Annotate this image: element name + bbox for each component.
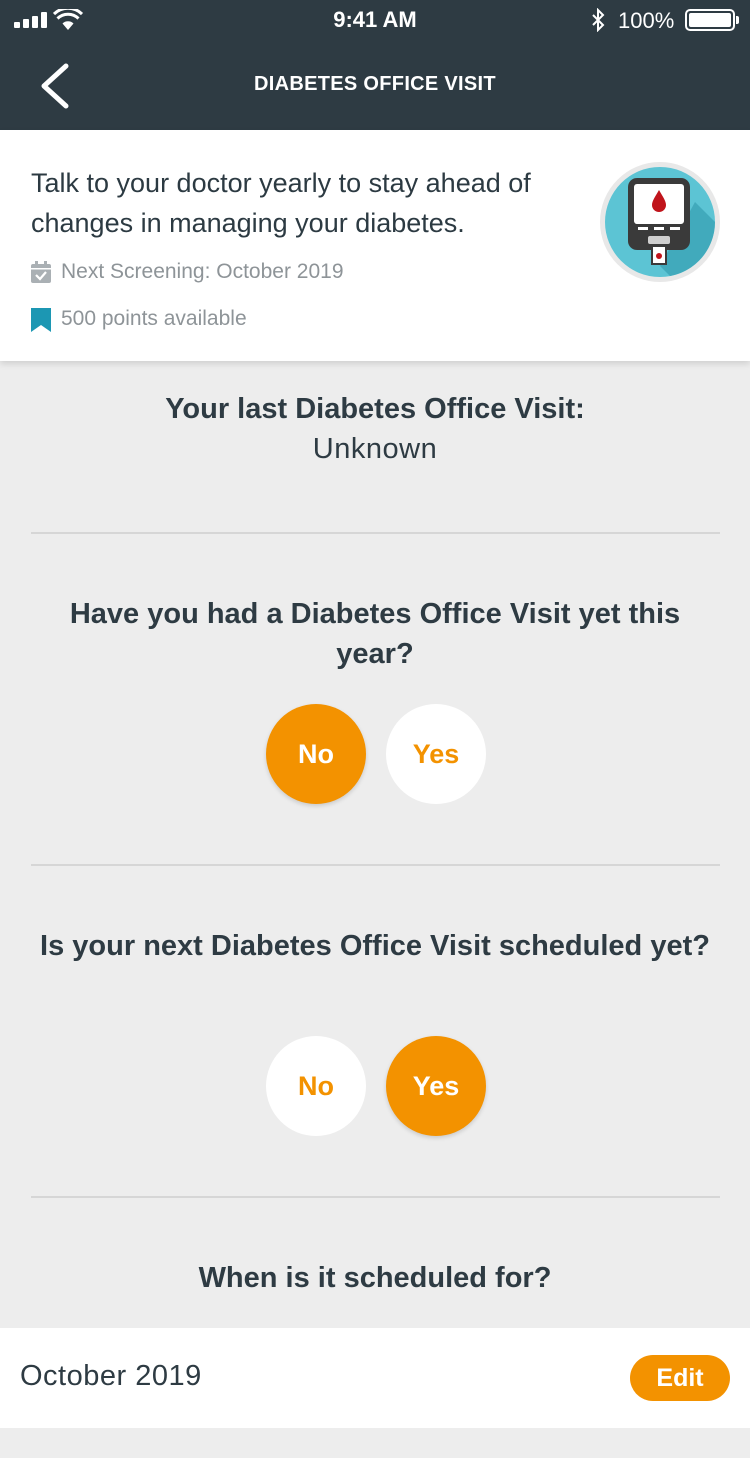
question-when-scheduled: When is it scheduled for? (198, 1262, 552, 1294)
status-bar: 9:41 AM 100% (0, 0, 750, 40)
battery-percent: 100% (618, 8, 675, 33)
battery-icon (685, 9, 739, 31)
divider (31, 1196, 720, 1198)
last-visit-heading: Your last Diabetes Office Visit: (165, 393, 585, 425)
card-description: Talk to your doctor yearly to stay ahead… (31, 168, 531, 238)
scheduled-date-value: October 2019 (20, 1360, 202, 1392)
page-title: DIABETES OFFICE VISIT (254, 73, 496, 95)
q1-no-button[interactable]: No (266, 704, 366, 804)
bluetooth-icon (592, 8, 605, 32)
question-had-visit: Have you had a Diabetes Office Visit yet… (69, 598, 681, 670)
top-bar: 9:41 AM 100% DIABETES OFFICE VISIT (0, 0, 750, 130)
q2-yes-button[interactable]: Yes (386, 1036, 486, 1136)
next-screening-text: Next Screening: October 2019 (61, 260, 344, 283)
calendar-check-icon (31, 261, 51, 283)
edit-button[interactable]: Edit (630, 1355, 730, 1401)
bookmark-icon (31, 308, 51, 332)
q2-no-button[interactable]: No (266, 1036, 366, 1136)
last-visit-value: Unknown (312, 433, 438, 465)
question-scheduled: Is your next Diabetes Office Visit sched… (40, 930, 710, 962)
q1-yes-button[interactable]: Yes (386, 704, 486, 804)
divider (31, 864, 720, 866)
divider (31, 532, 720, 534)
points-available: 500 points available (31, 307, 431, 333)
glucose-meter-icon (600, 162, 720, 282)
next-screening: Next Screening: October 2019 (31, 260, 431, 286)
scheduled-date-row: October 2019 Edit (0, 1328, 750, 1428)
points-text: 500 points available (61, 307, 247, 330)
